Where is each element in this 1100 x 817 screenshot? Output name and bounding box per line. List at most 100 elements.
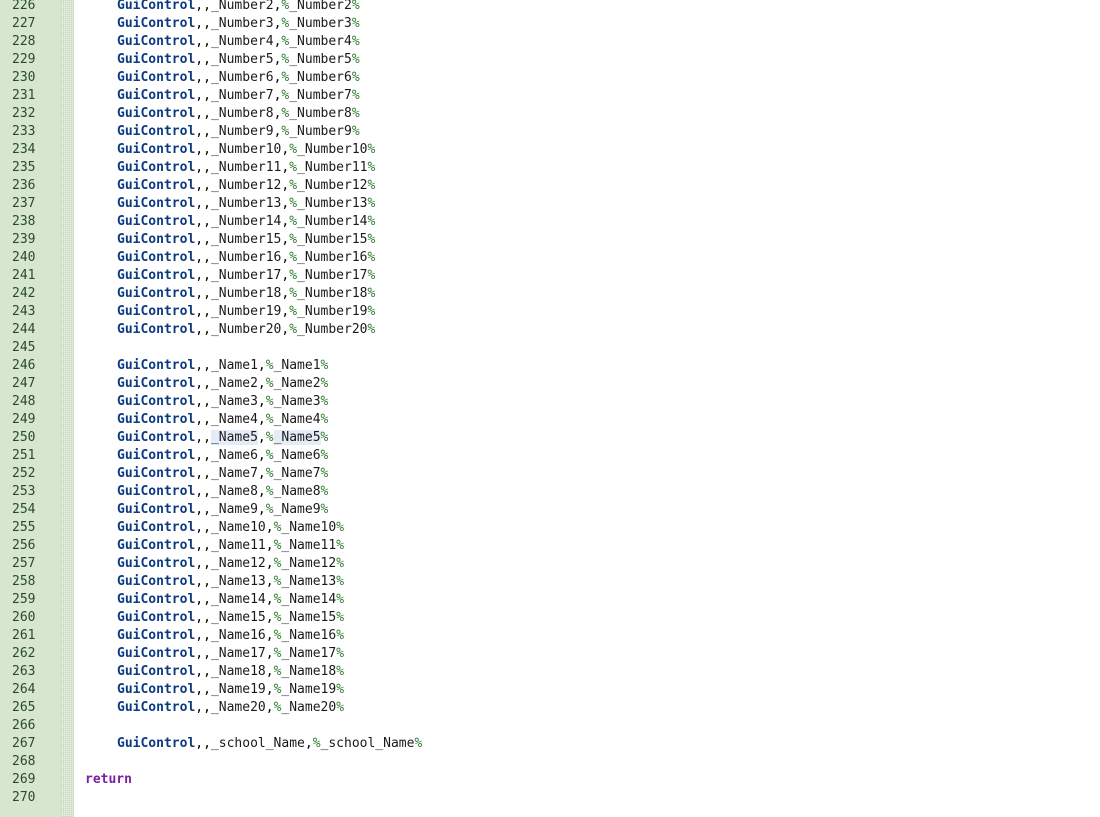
code-text: GuiControl,,_Number4,%_Number4% xyxy=(117,33,360,51)
code-line[interactable]: 246 GuiControl,,_Name1,%_Name1% xyxy=(0,357,1100,375)
control-identifier: _Number16 xyxy=(210,250,282,265)
code-line[interactable]: 252 GuiControl,,_Name7,%_Name7% xyxy=(0,465,1100,483)
code-line[interactable]: 258 GuiControl,,_Name13,%_Name13% xyxy=(0,573,1100,591)
comma-separator: ,, xyxy=(195,412,211,427)
code-line[interactable]: 256 GuiControl,,_Name11,%_Name11% xyxy=(0,537,1100,555)
variable-reference: _Name17 xyxy=(281,646,337,661)
code-line[interactable]: 264 GuiControl,,_Name19,%_Name19% xyxy=(0,681,1100,699)
code-line[interactable]: 265 GuiControl,,_Name20,%_Name20% xyxy=(0,699,1100,717)
control-identifier: _Name10 xyxy=(210,520,266,535)
code-line[interactable]: 245 xyxy=(0,339,1100,357)
percent-sign: % xyxy=(320,358,329,373)
line-number: 264 xyxy=(12,682,36,697)
code-line[interactable]: 234 GuiControl,,_Number10,%_Number10% xyxy=(0,141,1100,159)
code-line[interactable]: 247 GuiControl,,_Name2,%_Name2% xyxy=(0,375,1100,393)
code-line[interactable]: 229 GuiControl,,_Number5,%_Number5% xyxy=(0,51,1100,69)
command-keyword: GuiControl xyxy=(117,736,196,751)
variable-reference: _Number15 xyxy=(297,232,368,247)
control-identifier: _school_Name xyxy=(210,736,305,751)
code-line[interactable]: 230 GuiControl,,_Number6,%_Number6% xyxy=(0,69,1100,87)
comma-separator: , xyxy=(257,412,266,427)
code-line[interactable]: 235 GuiControl,,_Number11,%_Number11% xyxy=(0,159,1100,177)
line-number: 262 xyxy=(12,646,36,661)
command-keyword: GuiControl xyxy=(117,178,196,193)
code-line[interactable]: 269 return xyxy=(0,771,1100,789)
code-line[interactable]: 268 xyxy=(0,753,1100,771)
comma-separator: ,, xyxy=(195,70,211,85)
code-line[interactable]: 238 GuiControl,,_Number14,%_Number14% xyxy=(0,213,1100,231)
control-identifier: _Number6 xyxy=(210,70,274,85)
percent-sign: % xyxy=(265,412,274,427)
variable-reference: _Name7 xyxy=(273,466,321,481)
control-identifier: _Name6 xyxy=(210,448,258,463)
code-text: GuiControl,,_Name1,%_Name1% xyxy=(117,357,328,375)
code-line[interactable]: 239 GuiControl,,_Number15,%_Number15% xyxy=(0,231,1100,249)
command-keyword: GuiControl xyxy=(117,268,196,283)
variable-reference: _Name4 xyxy=(273,412,321,427)
percent-sign: % xyxy=(289,304,298,319)
line-number: 266 xyxy=(12,718,36,733)
percent-sign: % xyxy=(289,142,298,157)
code-line[interactable]: 267 GuiControl,,_school_Name,%_school_Nam… xyxy=(0,735,1100,753)
code-text: GuiControl,,_Name10,%_Name10% xyxy=(117,519,344,537)
code-line[interactable]: 255 GuiControl,,_Name10,%_Name10% xyxy=(0,519,1100,537)
code-line[interactable]: 253 GuiControl,,_Name8,%_Name8% xyxy=(0,483,1100,501)
variable-reference: _Number5 xyxy=(289,52,352,67)
code-line[interactable]: 226 GuiControl,,_Number2,%_Number2% xyxy=(0,0,1100,15)
code-text: GuiControl,,_Number19,%_Number19% xyxy=(117,303,375,321)
code-line[interactable]: 236 GuiControl,,_Number12,%_Number12% xyxy=(0,177,1100,195)
code-line[interactable]: 260 GuiControl,,_Name15,%_Name15% xyxy=(0,609,1100,627)
line-number: 254 xyxy=(12,502,36,517)
line-number: 253 xyxy=(12,484,36,499)
percent-sign: % xyxy=(367,232,376,247)
command-keyword: GuiControl xyxy=(117,70,196,85)
code-line[interactable]: 237 GuiControl,,_Number13,%_Number13% xyxy=(0,195,1100,213)
code-line[interactable]: 232 GuiControl,,_Number8,%_Number8% xyxy=(0,105,1100,123)
comma-separator: , xyxy=(265,556,274,571)
code-text: GuiControl,,_Name4,%_Name4% xyxy=(117,411,328,429)
line-number: 256 xyxy=(12,538,36,553)
percent-sign: % xyxy=(351,16,360,31)
percent-sign: % xyxy=(367,268,376,283)
percent-sign: % xyxy=(351,88,360,103)
comma-separator: , xyxy=(304,736,313,751)
control-identifier: _Name20 xyxy=(210,700,266,715)
comma-separator: , xyxy=(257,466,266,481)
code-line[interactable]: 261 GuiControl,,_Name16,%_Name16% xyxy=(0,627,1100,645)
code-line[interactable]: 227 GuiControl,,_Number3,%_Number3% xyxy=(0,15,1100,33)
line-number: 265 xyxy=(12,700,36,715)
percent-sign: % xyxy=(265,448,274,463)
line-number: 239 xyxy=(12,232,36,247)
command-keyword: GuiControl xyxy=(117,34,196,49)
code-line[interactable]: 254 GuiControl,,_Name9,%_Name9% xyxy=(0,501,1100,519)
code-line[interactable]: 270 xyxy=(0,789,1100,807)
code-line[interactable]: 250 GuiControl,,_Name5,%_Name5% xyxy=(0,429,1100,447)
code-line[interactable]: 263 GuiControl,,_Name18,%_Name18% xyxy=(0,663,1100,681)
code-line[interactable]: 249 GuiControl,,_Name4,%_Name4% xyxy=(0,411,1100,429)
code-line[interactable]: 228 GuiControl,,_Number4,%_Number4% xyxy=(0,33,1100,51)
code-line[interactable]: 259 GuiControl,,_Name14,%_Name14% xyxy=(0,591,1100,609)
command-keyword: GuiControl xyxy=(117,646,196,661)
code-text: GuiControl,,_Number18,%_Number18% xyxy=(117,285,375,303)
code-line[interactable]: 251 GuiControl,,_Name6,%_Name6% xyxy=(0,447,1100,465)
line-number: 245 xyxy=(12,340,36,355)
code-line[interactable]: 248 GuiControl,,_Name3,%_Name3% xyxy=(0,393,1100,411)
code-text: GuiControl,,_Number6,%_Number6% xyxy=(117,69,360,87)
command-keyword: GuiControl xyxy=(117,196,196,211)
percent-sign: % xyxy=(336,574,345,589)
code-line[interactable]: 233 GuiControl,,_Number9,%_Number9% xyxy=(0,123,1100,141)
code-line[interactable]: 266 xyxy=(0,717,1100,735)
code-line[interactable]: 231 GuiControl,,_Number7,%_Number7% xyxy=(0,87,1100,105)
variable-reference: _Number18 xyxy=(297,286,368,301)
code-line[interactable]: 257 GuiControl,,_Name12,%_Name12% xyxy=(0,555,1100,573)
comma-separator: ,, xyxy=(195,664,211,679)
line-number: 246 xyxy=(12,358,36,373)
code-line[interactable]: 241 GuiControl,,_Number17,%_Number17% xyxy=(0,267,1100,285)
code-line[interactable]: 262 GuiControl,,_Name17,%_Name17% xyxy=(0,645,1100,663)
code-line[interactable]: 243 GuiControl,,_Number19,%_Number19% xyxy=(0,303,1100,321)
comma-separator: ,, xyxy=(195,502,211,517)
line-number: 268 xyxy=(12,754,36,769)
code-line[interactable]: 242 GuiControl,,_Number18,%_Number18% xyxy=(0,285,1100,303)
code-line[interactable]: 244 GuiControl,,_Number20,%_Number20% xyxy=(0,321,1100,339)
code-line[interactable]: 240 GuiControl,,_Number16,%_Number16% xyxy=(0,249,1100,267)
